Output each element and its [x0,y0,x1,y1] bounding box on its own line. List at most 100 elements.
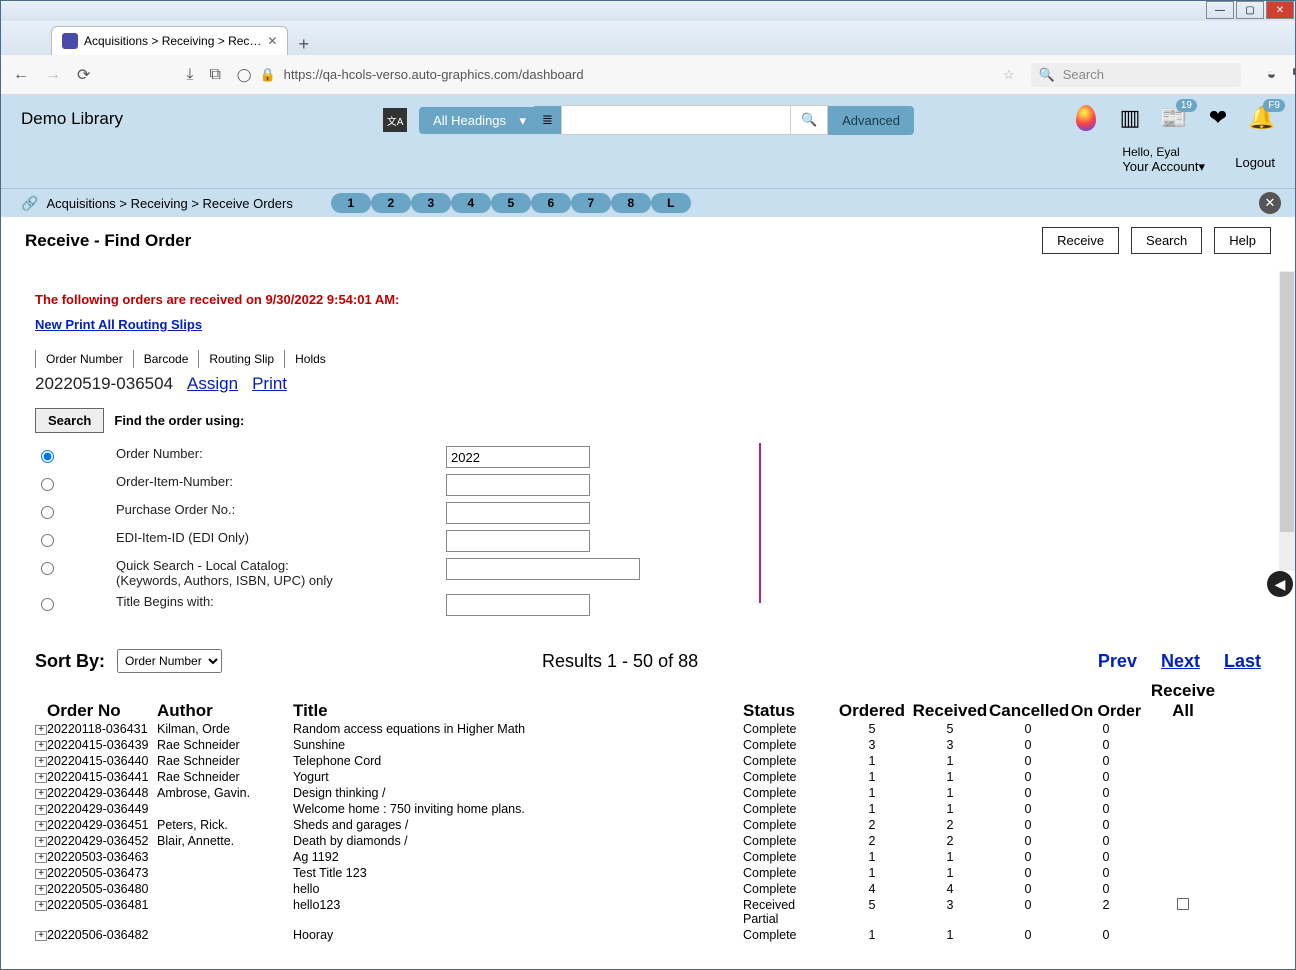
window-minimize-button[interactable]: — [1206,1,1234,19]
favorites-icon[interactable]: ❤ [1205,105,1231,131]
criteria-radio[interactable] [41,478,54,491]
expand-icon[interactable]: + [35,805,47,815]
expand-icon[interactable]: + [35,901,47,911]
cell-order[interactable]: 20220429-036451 [47,818,157,832]
history-pill[interactable]: 3 [411,193,451,213]
reload-button[interactable]: ⟳ [77,65,90,85]
cell-title: Death by diamonds / [293,834,743,848]
expand-icon[interactable]: + [35,837,47,847]
breadcrumb-text[interactable]: Acquisitions > Receiving > Receive Order… [46,196,292,211]
history-pill[interactable]: 1 [331,193,371,213]
help-button[interactable]: Help [1214,227,1271,254]
advanced-search-button[interactable]: Advanced [828,106,914,135]
catalog-search-button[interactable]: 🔍 [791,105,828,135]
expand-icon[interactable]: + [35,789,47,799]
receive-button[interactable]: Receive [1042,227,1119,254]
cell-order[interactable]: 20220118-036431 [47,722,157,736]
back-button[interactable]: ← [13,66,29,84]
cell-order[interactable]: 20220506-036482 [47,928,157,942]
browser-tab[interactable]: Acquisitions > Receiving > Rec… ✕ [51,26,288,55]
criteria-radio[interactable] [41,598,54,611]
history-pill[interactable]: 6 [531,193,571,213]
expand-icon[interactable]: + [35,821,47,831]
window-close-button[interactable]: ✕ [1266,1,1294,19]
criteria-row: Order-Item-Number: [35,471,1261,499]
database-icon[interactable]: ≣ [534,106,561,134]
catalog-icon[interactable]: ▥ [1117,105,1143,131]
criteria-radio[interactable] [41,562,54,575]
history-pill[interactable]: 4 [451,193,491,213]
reader-icon[interactable]: ◒ [1267,66,1277,84]
expand-icon[interactable]: + [35,853,47,863]
sort-select[interactable]: Order Number [117,649,222,673]
account-block[interactable]: Hello, Eyal Your Account▾ [1122,145,1205,175]
criteria-input[interactable] [446,530,590,552]
cell-order[interactable]: 20220429-036449 [47,802,157,816]
cell-order[interactable]: 20220415-036440 [47,754,157,768]
your-account-link[interactable]: Your Account▾ [1122,159,1205,175]
cell-order[interactable]: 20220415-036441 [47,770,157,784]
pager-next[interactable]: Next [1161,651,1200,672]
headings-dropdown[interactable]: All Headings [419,107,534,134]
window-maximize-button[interactable]: ▢ [1236,1,1264,19]
tab-close-icon[interactable]: ✕ [267,34,277,48]
criteria-input[interactable] [446,502,590,524]
pager-last[interactable]: Last [1224,651,1261,672]
expand-icon[interactable]: + [35,773,47,783]
criteria-input[interactable] [446,446,590,468]
print-icon[interactable]: 🖶 [1292,61,1296,88]
criteria-radio[interactable] [41,506,54,519]
history-pill[interactable]: 5 [491,193,531,213]
criteria-radio[interactable] [41,450,54,463]
cell-on-order: 0 [1067,802,1145,816]
cell-order[interactable]: 20220429-036448 [47,786,157,800]
expand-icon[interactable]: + [35,885,47,895]
close-panel-icon[interactable]: ✕ [1259,192,1281,214]
assign-link[interactable]: Assign [187,374,238,394]
expand-icon[interactable]: + [35,741,47,751]
cell-ordered: 4 [833,882,911,896]
criteria-input[interactable] [446,558,640,580]
logout-link[interactable]: Logout [1235,155,1275,170]
print-routing-slips-link[interactable]: New Print All Routing Slips [35,317,202,332]
history-pill[interactable]: 2 [371,193,411,213]
news-icon[interactable]: 📰19 [1161,105,1187,131]
cell-status: Complete [743,928,833,942]
cell-order[interactable]: 20220429-036452 [47,834,157,848]
notifications-icon[interactable]: 🔔F9 [1249,105,1275,131]
expand-icon[interactable]: + [35,869,47,879]
cell-order[interactable]: 20220503-036463 [47,850,157,864]
bookmark-star-icon[interactable]: ☆ [1003,67,1015,83]
cell-order[interactable]: 20220415-036439 [47,738,157,752]
expand-icon[interactable]: + [35,931,47,941]
balloon-icon[interactable] [1073,105,1099,131]
expand-icon[interactable]: + [35,725,47,735]
history-pill[interactable]: 7 [571,193,611,213]
forward-button[interactable]: → [45,66,61,84]
cell-order[interactable]: 20220505-036473 [47,866,157,880]
cell-receive-all[interactable] [1145,898,1221,913]
col-ordered: Ordered [833,701,911,721]
browser-search-box[interactable]: 🔍 Search [1031,63,1241,87]
expand-icon[interactable]: + [35,757,47,767]
pocket-icon[interactable]: ⤓ [186,66,193,84]
history-pill[interactable]: L [651,193,691,213]
new-tab-button[interactable]: + [298,34,309,55]
search-button[interactable]: Search [35,408,104,433]
cell-received: 3 [911,738,989,752]
cell-cancelled: 0 [989,722,1067,736]
criteria-input[interactable] [446,594,590,616]
cell-order[interactable]: 20220505-036480 [47,882,157,896]
pager-prev[interactable]: Prev [1098,651,1137,672]
print-link[interactable]: Print [252,374,287,394]
history-pill[interactable]: 8 [611,193,651,213]
criteria-input[interactable] [446,474,590,496]
url-bar[interactable]: ◯ 🔒 https://qa-hcols-verso.auto-graphics… [237,67,797,83]
cell-order[interactable]: 20220505-036481 [47,898,157,912]
search-button-top[interactable]: Search [1131,227,1202,254]
cell-on-order: 0 [1067,866,1145,880]
extension-icon[interactable]: ⧉ [209,66,220,84]
catalog-search-input[interactable] [561,105,791,135]
language-icon[interactable]: 文A [383,108,407,132]
criteria-radio[interactable] [41,534,54,547]
